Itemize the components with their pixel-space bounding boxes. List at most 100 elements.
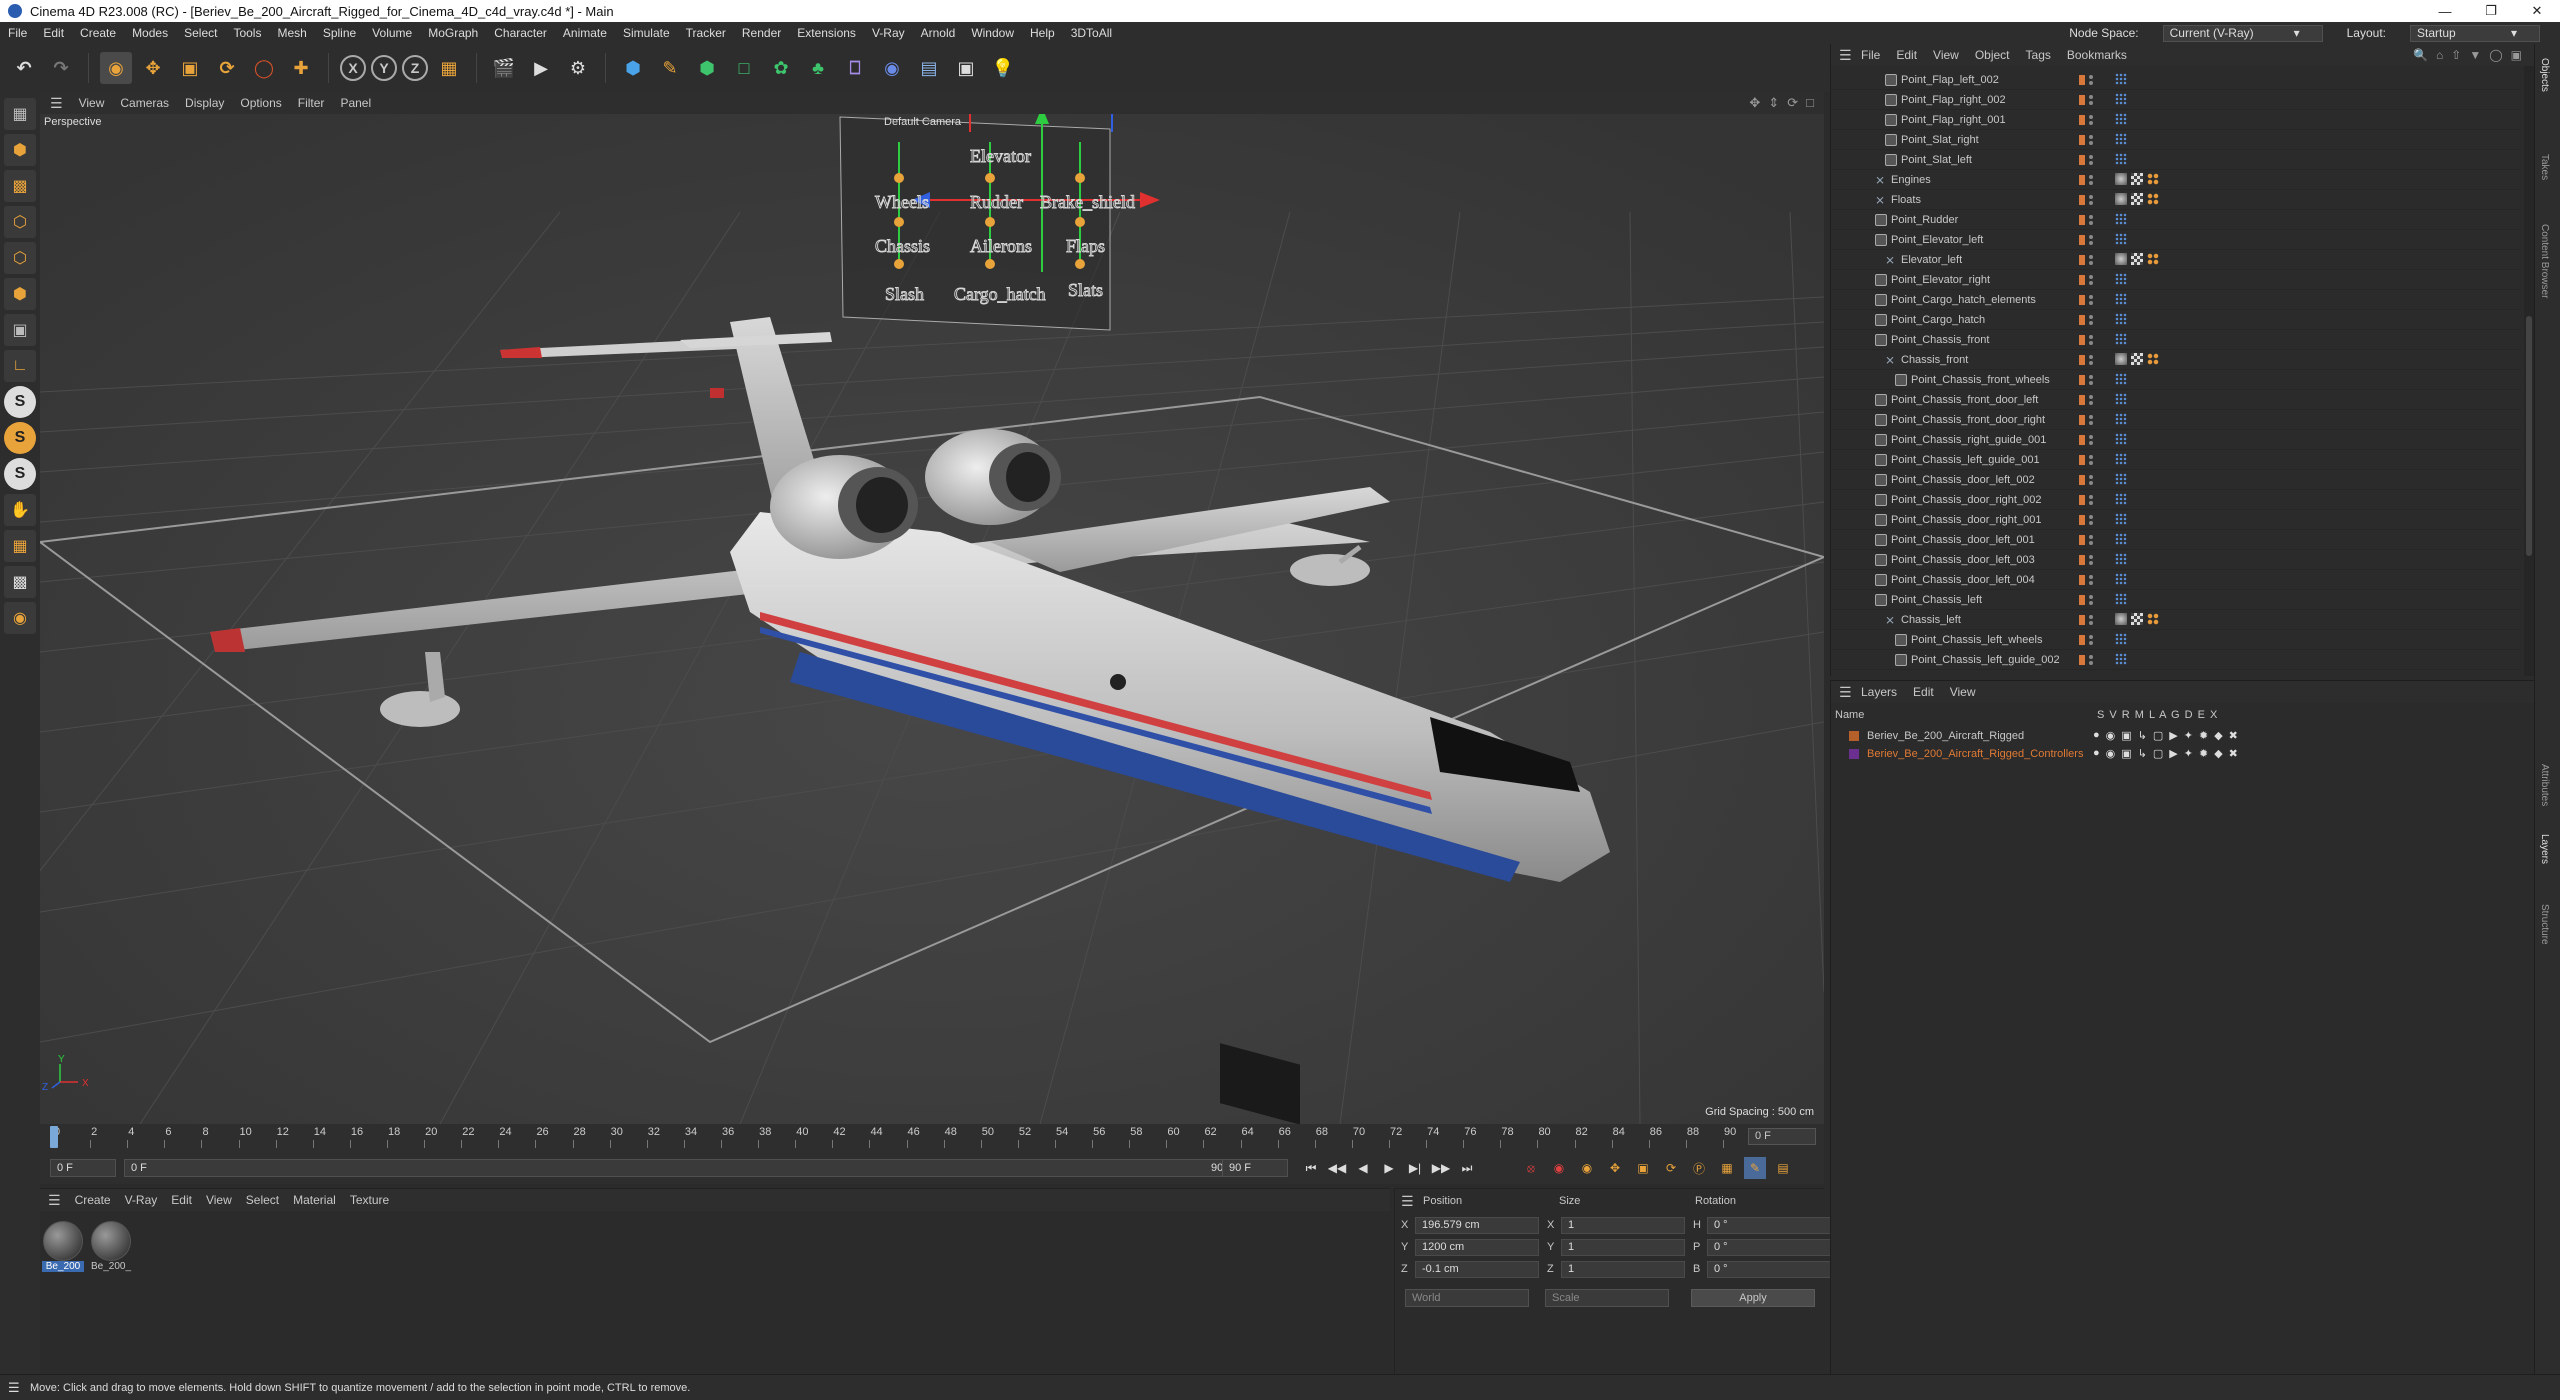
subdivision-icon[interactable]: ⬢ xyxy=(691,52,723,84)
xref-icon[interactable]: ✖ xyxy=(2229,747,2238,760)
move-tool-icon[interactable]: ✥ xyxy=(137,52,169,84)
menu-simulate[interactable]: Simulate xyxy=(623,26,670,40)
selection-tag-icon[interactable] xyxy=(2115,133,2127,145)
render-icon[interactable]: ▣ xyxy=(2121,747,2131,760)
layer-color-swatch[interactable] xyxy=(1849,749,1859,759)
floor-icon[interactable]: ▤ xyxy=(913,52,945,84)
minimize-icon[interactable]: — xyxy=(2422,0,2468,22)
y-axis-lock-button[interactable]: Y xyxy=(371,55,397,81)
key-pla-icon[interactable]: ▦ xyxy=(1716,1157,1738,1179)
selection-tag-icon[interactable] xyxy=(2115,393,2127,405)
render-visibility-dot[interactable] xyxy=(2089,121,2093,125)
key-position-icon[interactable]: ✥ xyxy=(1604,1157,1626,1179)
layer-color-swatch[interactable] xyxy=(2079,615,2085,625)
menu-modes[interactable]: Modes xyxy=(132,26,168,40)
viewport-menu-panel[interactable]: Panel xyxy=(340,96,371,110)
xpresso-tag-icon[interactable] xyxy=(2147,613,2159,625)
object-row[interactable]: Point_Chassis_left xyxy=(1831,590,2521,610)
editor-visibility-dot[interactable] xyxy=(2089,235,2093,239)
layer-color-swatch[interactable] xyxy=(2079,415,2085,425)
editor-visibility-dot[interactable] xyxy=(2089,95,2093,99)
editor-visibility-dot[interactable] xyxy=(2089,575,2093,579)
editor-visibility-dot[interactable] xyxy=(2089,115,2093,119)
object-row[interactable]: Point_Slat_left xyxy=(1831,150,2521,170)
playhead-handle[interactable] xyxy=(50,1126,58,1148)
object-menu-file[interactable]: File xyxy=(1861,48,1880,62)
editor-visibility-dot[interactable] xyxy=(2089,195,2093,199)
render-visibility-dot[interactable] xyxy=(2089,421,2093,425)
render-visibility-dot[interactable] xyxy=(2089,581,2093,585)
layer-color-swatch[interactable] xyxy=(2079,215,2085,225)
render-visibility-dot[interactable] xyxy=(2089,441,2093,445)
right-tab-objects[interactable]: Objects xyxy=(2539,58,2550,92)
render-visibility-dot[interactable] xyxy=(2089,381,2093,385)
layer-row[interactable]: Beriev_Be_200_Aircraft_Rigged ● ◉ ▣ ↳ ▢ ▶ ✦ ✹ ◆ ✖ xyxy=(1835,727,2525,745)
end-frame-field[interactable]: 90 F xyxy=(1222,1159,1288,1177)
layer-menu-edit[interactable]: Edit xyxy=(1913,685,1934,699)
object-row[interactable]: Point_Chassis_door_right_001 xyxy=(1831,510,2521,530)
polygons-mode-icon[interactable]: ⬢ xyxy=(4,278,36,310)
object-row[interactable]: Point_Cargo_hatch_elements xyxy=(1831,290,2521,310)
menu-character[interactable]: Character xyxy=(494,26,547,40)
layer-color-swatch[interactable] xyxy=(2079,95,2085,105)
object-row[interactable]: Point_Chassis_front_door_right xyxy=(1831,410,2521,430)
render-visibility-dot[interactable] xyxy=(2089,501,2093,505)
orbit-icon[interactable]: ⟳ xyxy=(1787,95,1798,111)
render-visibility-dot[interactable] xyxy=(2089,481,2093,485)
object-row[interactable]: Point_Flap_left_002 xyxy=(1831,70,2521,90)
checker-tag-icon[interactable] xyxy=(2131,193,2143,205)
menu-arnold[interactable]: Arnold xyxy=(921,26,956,40)
menu-render[interactable]: Render xyxy=(742,26,781,40)
menu-window[interactable]: Window xyxy=(971,26,1014,40)
go-to-end-icon[interactable]: ⏭ xyxy=(1456,1157,1478,1179)
snap-settings-s-button[interactable]: S xyxy=(4,422,36,454)
pan-icon[interactable]: ✥ xyxy=(1749,95,1760,111)
selection-tag-icon[interactable] xyxy=(2115,593,2127,605)
undo-icon[interactable]: ↶ xyxy=(8,52,40,84)
material-menu-create[interactable]: Create xyxy=(75,1193,111,1207)
layer-color-swatch[interactable] xyxy=(2079,255,2085,265)
manager-icon[interactable]: ↳ xyxy=(2138,747,2147,760)
object-row[interactable]: Point_Cargo_hatch xyxy=(1831,310,2521,330)
layer-color-swatch[interactable] xyxy=(2079,595,2085,605)
editor-visibility-dot[interactable] xyxy=(2089,595,2093,599)
object-menu-bookmarks[interactable]: Bookmarks xyxy=(2067,48,2127,62)
editor-visibility-dot[interactable] xyxy=(2089,475,2093,479)
layer-color-swatch[interactable] xyxy=(2079,495,2085,505)
render-visibility-dot[interactable] xyxy=(2089,261,2093,265)
camera-icon[interactable]: ▣ xyxy=(950,52,982,84)
selection-tag-icon[interactable] xyxy=(2115,233,2127,245)
checker-icon[interactable]: ▩ xyxy=(4,566,36,598)
render-visibility-dot[interactable] xyxy=(2089,161,2093,165)
selection-tag-icon[interactable] xyxy=(2115,73,2127,85)
editor-visibility-dot[interactable] xyxy=(2089,135,2093,139)
material-menu-edit[interactable]: Edit xyxy=(171,1193,192,1207)
editor-visibility-dot[interactable] xyxy=(2089,215,2093,219)
array-icon[interactable]: □ xyxy=(728,52,760,84)
node-space-select[interactable]: Current (V-Ray) ▾ xyxy=(2162,24,2323,42)
object-row[interactable]: Point_Flap_right_002 xyxy=(1831,90,2521,110)
object-row[interactable]: ⨯ Elevator_left xyxy=(1831,250,2521,270)
layer-color-swatch[interactable] xyxy=(2079,475,2085,485)
render-visibility-dot[interactable] xyxy=(2089,301,2093,305)
light-icon[interactable]: 💡 xyxy=(987,52,1019,84)
checker-tag-icon[interactable] xyxy=(2131,613,2143,625)
right-tab-takes[interactable]: Takes xyxy=(2539,154,2550,180)
object-row[interactable]: Point_Rudder xyxy=(1831,210,2521,230)
layer-color-swatch[interactable] xyxy=(2079,195,2085,205)
material-swatch[interactable]: Be_200 xyxy=(42,1221,84,1272)
cloner-icon[interactable]: ✿ xyxy=(765,52,797,84)
layer-color-swatch[interactable] xyxy=(2079,575,2085,585)
object-row[interactable]: ⨯ Chassis_left xyxy=(1831,610,2521,630)
xpresso-tag-icon[interactable] xyxy=(2147,353,2159,365)
layer-color-swatch[interactable] xyxy=(2079,155,2085,165)
object-row[interactable]: Point_Chassis_right_guide_001 xyxy=(1831,430,2521,450)
selection-tag-icon[interactable] xyxy=(2115,573,2127,585)
prev-key-icon[interactable]: ◀◀ xyxy=(1326,1157,1348,1179)
layer-color-swatch[interactable] xyxy=(1849,731,1859,741)
menu-mograph[interactable]: MoGraph xyxy=(428,26,478,40)
object-row[interactable]: Point_Chassis_front_door_left xyxy=(1831,390,2521,410)
editor-visibility-dot[interactable] xyxy=(2089,155,2093,159)
viewport-menu-filter[interactable]: Filter xyxy=(298,96,325,110)
3d-viewport[interactable]: Elevator Wheels Rudder Brake_shield Chas… xyxy=(40,92,1824,1124)
